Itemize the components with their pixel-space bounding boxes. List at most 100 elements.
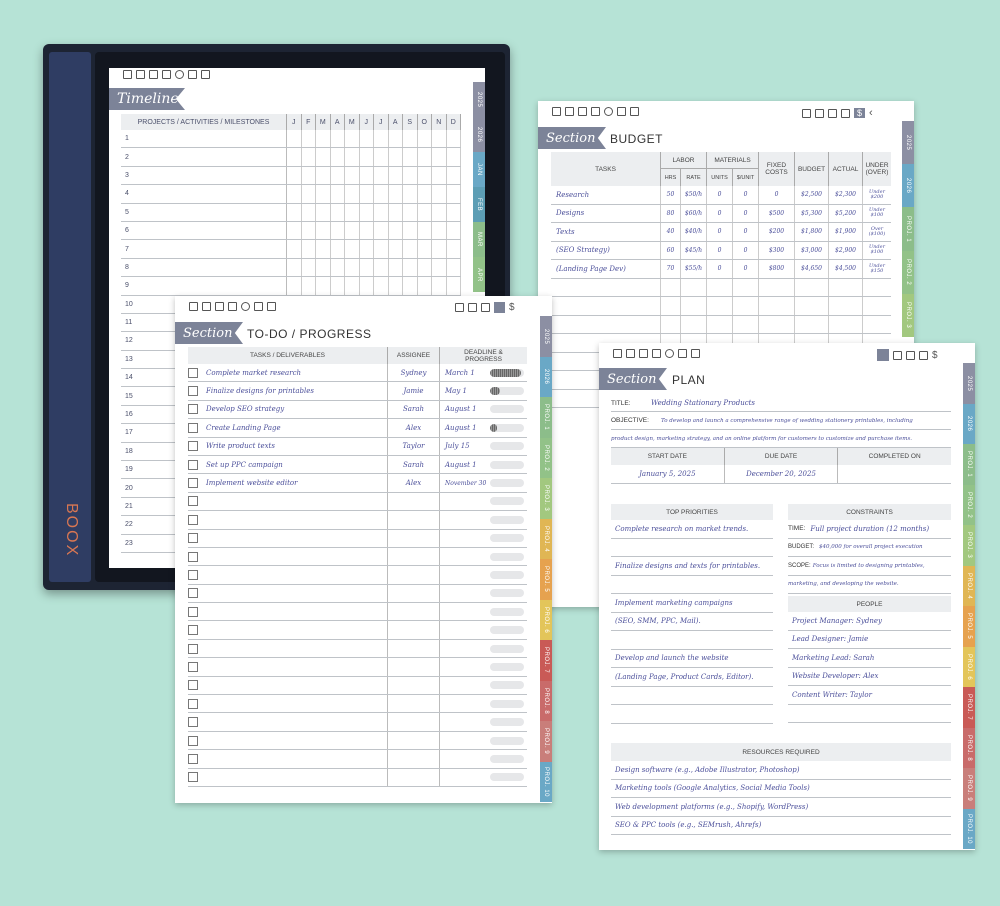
budget-cell-hrs[interactable] [661, 315, 681, 333]
task-assignee[interactable]: Sarah [388, 400, 440, 419]
month-cell[interactable] [374, 148, 389, 166]
task-text[interactable] [206, 639, 388, 658]
month-cell[interactable] [389, 130, 403, 148]
month-cell[interactable] [432, 148, 447, 166]
folder-icon[interactable] [893, 350, 902, 360]
todo-row[interactable] [188, 731, 527, 751]
page-icon[interactable] [691, 349, 700, 358]
task-text[interactable] [206, 603, 388, 621]
tab-proj-6[interactable]: PROJ. 6 [540, 599, 552, 640]
target-icon[interactable] [241, 302, 250, 311]
priority-item[interactable]: (Landing Page, Product Cards, Editor). [611, 668, 773, 687]
todo-row[interactable]: Implement website editor Alex November 30 [188, 474, 527, 493]
tab-proj-5[interactable]: PROJ. 5 [963, 606, 975, 647]
month-cell[interactable] [345, 148, 360, 166]
month-cell[interactable] [447, 185, 461, 203]
budget-cell-actual[interactable]: $2,900 [829, 241, 863, 259]
tab-proj-3[interactable]: PROJ. 3 [540, 478, 552, 519]
priority-item[interactable]: Complete research on market trends. [611, 520, 773, 539]
budget-cell-rate[interactable]: $40/h [681, 223, 707, 241]
month-cell[interactable] [403, 166, 418, 185]
month-cell[interactable] [316, 221, 331, 240]
month-cell[interactable] [374, 185, 389, 203]
task-checkbox[interactable] [188, 514, 198, 525]
target-icon[interactable] [175, 70, 184, 79]
home-icon[interactable] [613, 349, 622, 358]
month-cell[interactable] [287, 240, 302, 258]
task-checkbox[interactable] [188, 661, 198, 672]
month-cell[interactable] [403, 130, 418, 148]
todo-row[interactable]: Complete market research Sydney March 1 [188, 364, 527, 383]
task-checkbox[interactable] [188, 404, 198, 415]
month-cell[interactable] [432, 185, 447, 203]
budget-cell-under[interactable]: Under $100 [863, 205, 891, 223]
month-cell[interactable] [374, 258, 389, 277]
page-icon[interactable] [630, 107, 639, 116]
tab-2026[interactable]: 2026 [540, 356, 552, 397]
progress-bar[interactable] [490, 405, 524, 414]
todo-row[interactable] [188, 750, 527, 769]
budget-row[interactable] [551, 315, 891, 334]
budget-cell-budget[interactable] [795, 278, 829, 296]
month-cell[interactable] [331, 166, 345, 185]
tab-mar[interactable]: MAR [473, 222, 485, 257]
month-cell[interactable] [389, 148, 403, 166]
progress-bar[interactable] [490, 662, 524, 671]
month-cell[interactable] [316, 148, 331, 166]
month-cell[interactable] [447, 221, 461, 240]
month-cell[interactable] [316, 203, 331, 221]
checklist-icon[interactable] [149, 70, 158, 79]
todo-row[interactable] [188, 529, 527, 548]
budget-cell-fixed[interactable]: $200 [759, 223, 795, 241]
budget-cell-hrs[interactable]: 80 [661, 204, 681, 222]
month-cell[interactable] [374, 203, 389, 221]
month-cell[interactable] [287, 185, 302, 203]
briefcase-icon[interactable] [591, 107, 600, 116]
budget-cell-rate[interactable]: $45/h [681, 241, 707, 259]
budget-cell-actual[interactable]: $5,200 [829, 204, 863, 222]
month-cell[interactable] [345, 221, 360, 240]
month-cell[interactable] [447, 258, 461, 277]
budget-cell-unit[interactable]: 0 [733, 223, 759, 241]
task-text[interactable] [206, 695, 388, 713]
budget-cell-task[interactable]: Texts [551, 223, 661, 241]
person-item[interactable]: Content Writer: Taylor [788, 686, 951, 705]
todo-row[interactable] [188, 639, 527, 659]
month-cell[interactable] [432, 166, 447, 185]
page-icon[interactable] [267, 302, 276, 311]
month-cell[interactable] [418, 203, 432, 221]
task-text[interactable]: Create Landing Page [206, 419, 388, 437]
priority-item[interactable] [611, 687, 773, 705]
budget-cell-unit[interactable] [733, 315, 759, 333]
budget-cell-hrs[interactable]: 70 [661, 260, 681, 278]
task-deadline[interactable]: November 30 [440, 480, 490, 487]
tab-proj-7[interactable]: PROJ. 7 [540, 640, 552, 681]
tab-proj-1[interactable]: PROJ. 1 [540, 397, 552, 438]
todo-row[interactable]: Set up PPC campaign Sarah August 1 [188, 455, 527, 475]
progress-bar[interactable] [490, 460, 524, 469]
tab-2025[interactable]: 2025 [473, 82, 485, 117]
month-cell[interactable] [345, 277, 360, 295]
tab-proj-8[interactable]: PROJ. 8 [963, 727, 975, 768]
progress-bar[interactable] [490, 626, 524, 635]
progress-bar[interactable] [490, 754, 524, 763]
briefcase-icon[interactable] [162, 70, 171, 79]
month-cell[interactable] [403, 240, 418, 258]
task-checkbox[interactable] [188, 459, 198, 470]
budget-cell-units[interactable]: 0 [707, 241, 733, 259]
month-cell[interactable] [287, 277, 302, 295]
month-cell[interactable] [389, 185, 403, 203]
person-item[interactable]: Project Manager: Sydney [788, 612, 951, 631]
month-cell[interactable] [287, 203, 302, 221]
month-cell[interactable] [374, 130, 389, 148]
budget-cell-actual[interactable] [829, 315, 863, 333]
month-cell[interactable] [447, 203, 461, 221]
todo-row[interactable] [188, 511, 527, 530]
person-item[interactable]: Lead Designer: Jamie [788, 631, 951, 649]
tab-2025[interactable]: 2025 [963, 363, 975, 404]
month-cell[interactable] [432, 221, 447, 240]
home-icon[interactable] [189, 302, 198, 311]
tab-proj-5[interactable]: PROJ. 5 [540, 559, 552, 600]
clipboard-icon[interactable] [455, 303, 464, 312]
month-cell[interactable] [360, 185, 374, 203]
